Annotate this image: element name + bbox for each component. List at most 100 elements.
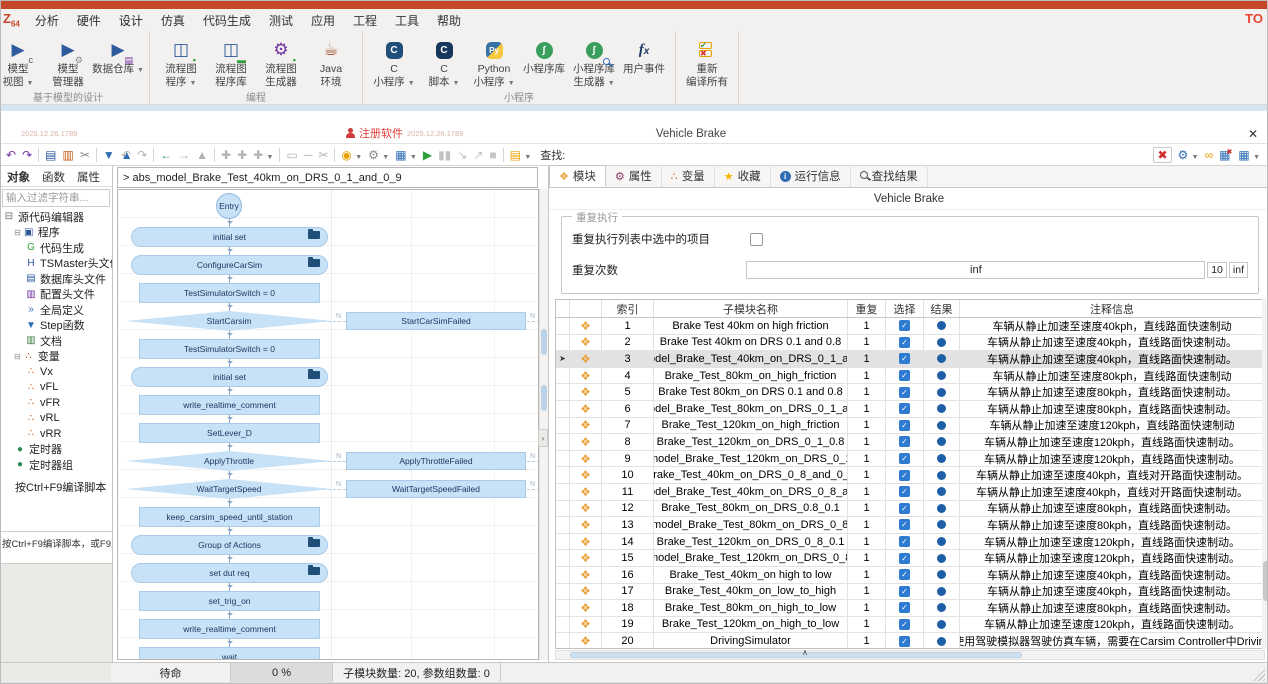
ribbon-button-flowchart-program[interactable]: ◫▪流程图程序 ▼ (156, 35, 206, 89)
table-row[interactable]: ❖13abs_model_Brake_Test_80km_on_DRS_0_8_… (556, 517, 1264, 534)
breadcrumb[interactable]: > abs_model_Brake_Test_40km_on_DRS_0_1_a… (117, 167, 538, 188)
name-cell[interactable]: abs_model_Brake_Test_40km_on_DRS_0_1_and… (654, 351, 848, 367)
close-icon[interactable]: ✕ (1245, 127, 1261, 141)
tree-item-定时器[interactable]: ●定时器 (1, 442, 112, 458)
repeat-cell[interactable]: 1 (848, 351, 886, 367)
selected-checkbox[interactable]: ✓ (899, 470, 910, 481)
log-icon[interactable]: ▤ ▼ (510, 149, 532, 161)
back-icon[interactable]: ← (160, 149, 172, 161)
ribbon-button-user-event[interactable]: fx用户事件 (619, 35, 669, 89)
selected-checkbox[interactable]: ✓ (899, 337, 910, 348)
flow-node-initial-set[interactable]: initial set (131, 227, 328, 247)
select-cell[interactable]: ✓ (886, 351, 924, 367)
name-cell[interactable]: Brake_Test_40km_on high to low (654, 567, 848, 583)
flow-node-TestSimulatorSwitch-=-0[interactable]: TestSimulatorSwitch = 0 (139, 283, 320, 303)
tab-模块[interactable]: ❖模块 (549, 165, 606, 187)
flow-node-WaitTargetSpeed[interactable]: WaitTargetSpeed (126, 479, 332, 499)
repeat-cell[interactable]: 1 (848, 617, 886, 633)
selected-checkbox[interactable]: ✓ (899, 453, 910, 464)
run-icon[interactable]: ▶ (423, 149, 432, 161)
flow-node-StartCarSimFailed[interactable]: StartCarSimFailed (346, 312, 526, 330)
select-cell[interactable]: ✓ (886, 467, 924, 483)
select-cell[interactable]: ✓ (886, 617, 924, 633)
menu-item-设计[interactable]: 设计 (110, 9, 152, 32)
repeat-selected-checkbox[interactable] (750, 233, 763, 246)
name-cell[interactable]: Brake_Test_120km_on_DRS_0_8_0.1 (654, 534, 848, 550)
menu-item-应用[interactable]: 应用 (302, 9, 344, 32)
table-row[interactable]: ❖6abs_model_Brake_Test_80km_on_DRS_0_1_a… (556, 401, 1264, 418)
selected-checkbox[interactable]: ✓ (899, 387, 910, 398)
name-cell[interactable]: abs_model_Brake_Test_120km_on_DRS_0_1_0_… (654, 451, 848, 467)
select-cell[interactable]: ✓ (886, 550, 924, 566)
export-panel-icon[interactable]: ▦ ▼ (1238, 149, 1260, 161)
flow-node-TestSimulatorSwitch-=-0[interactable]: TestSimulatorSwitch = 0 (139, 339, 320, 359)
menu-item-帮助[interactable]: 帮助 (428, 9, 470, 32)
ribbon-button-c-applet[interactable]: CC小程序 ▼ (369, 35, 419, 89)
name-cell[interactable]: Brake Test 80km_on DRS 0.1 and 0.8 (654, 384, 848, 400)
tab-查找结果[interactable]: 查找结果 (851, 165, 928, 187)
ribbon-button-applet-library[interactable]: ∫小程序库 (519, 35, 569, 89)
name-cell[interactable]: abs_model_Brake_Test_80km_on_DRS_0_8_0_1 (654, 517, 848, 533)
tree-item-程序[interactable]: ⊟▣程序 (1, 225, 112, 241)
tree-item-vRR[interactable]: ∴vRR (1, 426, 112, 442)
flow-node-entry[interactable]: Entry (216, 193, 242, 219)
ribbon-button-python-applet[interactable]: PyPython小程序 ▼ (469, 35, 519, 89)
select-cell[interactable]: ✓ (886, 517, 924, 533)
select-cell[interactable]: ✓ (886, 335, 924, 351)
scroll-thumb[interactable] (1263, 561, 1268, 601)
flow-node-wait[interactable]: wait (139, 647, 320, 660)
ribbon-button-java-env[interactable]: ☕Java环境 (306, 35, 356, 89)
select-cell[interactable]: ✓ (886, 600, 924, 616)
column-header-子模块名称[interactable]: 子模块名称 (654, 300, 848, 317)
column-header-blank[interactable] (570, 300, 602, 317)
add-branch-icon[interactable]: ✚ (237, 149, 247, 161)
name-cell[interactable]: Brake_Test_40km_on_DRS_0_8_and_0_1 (654, 467, 848, 483)
select-cell[interactable]: ✓ (886, 434, 924, 450)
menu-item-测试[interactable]: 测试 (260, 9, 302, 32)
ribbon-button-c-script[interactable]: CC脚本 ▼ (419, 35, 469, 89)
up-level-icon[interactable]: ▲ (196, 149, 208, 161)
table-row[interactable]: ❖19Brake_Test_120km_on_high_to_low1✓车辆从静… (556, 617, 1264, 634)
menu-item-代码生成[interactable]: 代码生成 (194, 9, 260, 32)
select-cell[interactable]: ✓ (886, 368, 924, 384)
remove-icon[interactable]: ─ (304, 149, 313, 161)
tab-运行信息[interactable]: i运行信息 (771, 165, 851, 187)
forward-icon[interactable]: → (178, 149, 190, 161)
menu-item-工具[interactable]: 工具 (386, 9, 428, 32)
column-header-结果[interactable]: 结果 (924, 300, 960, 317)
select-cell[interactable]: ✓ (886, 501, 924, 517)
resize-grip[interactable] (1253, 669, 1265, 681)
repeat-cell[interactable]: 1 (848, 633, 886, 649)
column-header-blank[interactable] (556, 300, 570, 317)
repeat-cell[interactable]: 1 (848, 401, 886, 417)
selected-checkbox[interactable]: ✓ (899, 536, 910, 547)
panel-vscrollbar[interactable] (1262, 299, 1268, 649)
repeat-cell[interactable]: 1 (848, 434, 886, 450)
tree-item-Step函数[interactable]: ▼Step函数 (1, 318, 112, 334)
selected-checkbox[interactable]: ✓ (899, 370, 910, 381)
name-cell[interactable]: Brake_Test_80km_on_high_friction (654, 368, 848, 384)
ribbon-button-flowchart-library[interactable]: ◫▬流程图程序库 (206, 35, 256, 89)
repeat-count-input[interactable]: inf (746, 261, 1205, 279)
scroll-thumb[interactable] (570, 652, 1022, 658)
selected-checkbox[interactable]: ✓ (899, 420, 910, 431)
tab-变量[interactable]: ∴变量 (662, 165, 715, 187)
name-cell[interactable]: abs_model_Brake_Test_120km_on_DRS_0_8_0_… (654, 550, 848, 566)
name-cell[interactable]: abs_model_Brake_Test_80km_on_DRS_0_1_and… (654, 401, 848, 417)
flowchart-vscrollbar[interactable] (539, 189, 548, 660)
tree-item-Vx[interactable]: ∴Vx (1, 364, 112, 380)
selected-checkbox[interactable]: ✓ (899, 436, 910, 447)
repeat-cell[interactable]: 1 (848, 418, 886, 434)
tree-item-vRL[interactable]: ∴vRL (1, 411, 112, 427)
tree-item-vFR[interactable]: ∴vFR (1, 395, 112, 411)
table-row[interactable]: ❖10Brake_Test_40km_on_DRS_0_8_and_0_11✓车… (556, 467, 1264, 484)
select-cell[interactable]: ✓ (886, 534, 924, 550)
pause-icon[interactable]: ▮▮ (438, 149, 451, 161)
tree-item-源代码编辑器[interactable]: ⊟源代码编辑器 (1, 209, 112, 225)
tree-item-代码生成[interactable]: G代码生成 (1, 240, 112, 256)
select-cell[interactable]: ✓ (886, 318, 924, 334)
flow-node-WaitTargetSpeedFailed[interactable]: WaitTargetSpeedFailed (346, 480, 526, 498)
column-header-注释信息[interactable]: 注释信息 (960, 300, 1264, 317)
selected-checkbox[interactable]: ✓ (899, 353, 910, 364)
redo-icon[interactable]: ↷ (137, 149, 147, 161)
